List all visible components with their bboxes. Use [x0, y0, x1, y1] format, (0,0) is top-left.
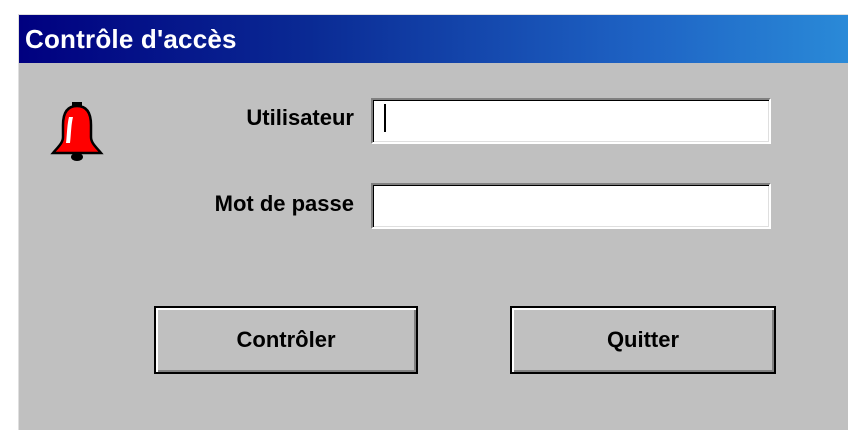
window-title: Contrôle d'accès: [25, 23, 237, 54]
text-caret: [384, 104, 386, 132]
username-label: Utilisateur: [246, 105, 354, 130]
quit-button[interactable]: Quitter: [510, 306, 776, 374]
title-bar[interactable]: Contrôle d'accès: [19, 15, 848, 63]
check-button[interactable]: Contrôler: [154, 306, 418, 374]
bell-icon: [50, 102, 104, 161]
username-input[interactable]: [371, 98, 771, 144]
password-label: Mot de passe: [214, 191, 354, 216]
password-input[interactable]: [371, 183, 771, 229]
